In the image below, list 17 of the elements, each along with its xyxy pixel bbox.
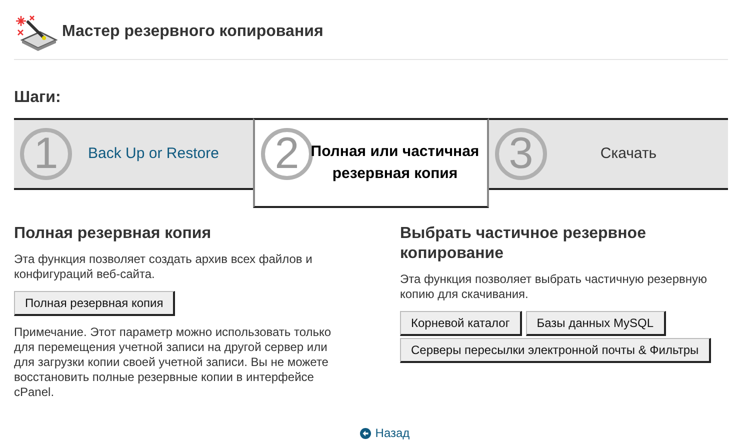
- page-title: Мастер резервного копирования: [62, 22, 324, 42]
- action-button[interactable]: Корневой каталог: [400, 311, 522, 336]
- steps-heading: Шаги:: [14, 88, 62, 108]
- section-heading: Выбрать частичное резервное копирование: [400, 224, 647, 264]
- back-link[interactable]: Назад: [360, 424, 410, 442]
- section-heading: Полная резервная копия: [14, 224, 212, 244]
- section-description: Эта функция позволяет создать архив всех файлов и конфигураций веб-сайта.: [14, 252, 314, 282]
- back-arrow-icon: [360, 428, 372, 438]
- note-text: Примечание. Этот параметр можно использовать только для перемещения учетной записи на другой сервер или для загрузки копии своей учетной записи. Вы не можете восстановить полные резервные копии в интерфейсе cPanel.: [14, 325, 332, 400]
- step-label: Скачать: [599, 144, 657, 164]
- action-button[interactable]: Полная резервная копия: [14, 291, 176, 316]
- step-number: 2: [261, 128, 313, 180]
- step-number: 1: [20, 128, 72, 180]
- action-button[interactable]: Серверы пересылки электронной почты & Фильтры: [400, 338, 711, 363]
- section-description: Эта функция позволяет выбрать частичную резервную копию для скачивания.: [400, 272, 708, 302]
- action-button[interactable]: Базы данных MySQL: [526, 311, 666, 336]
- step-number: 3: [495, 128, 547, 180]
